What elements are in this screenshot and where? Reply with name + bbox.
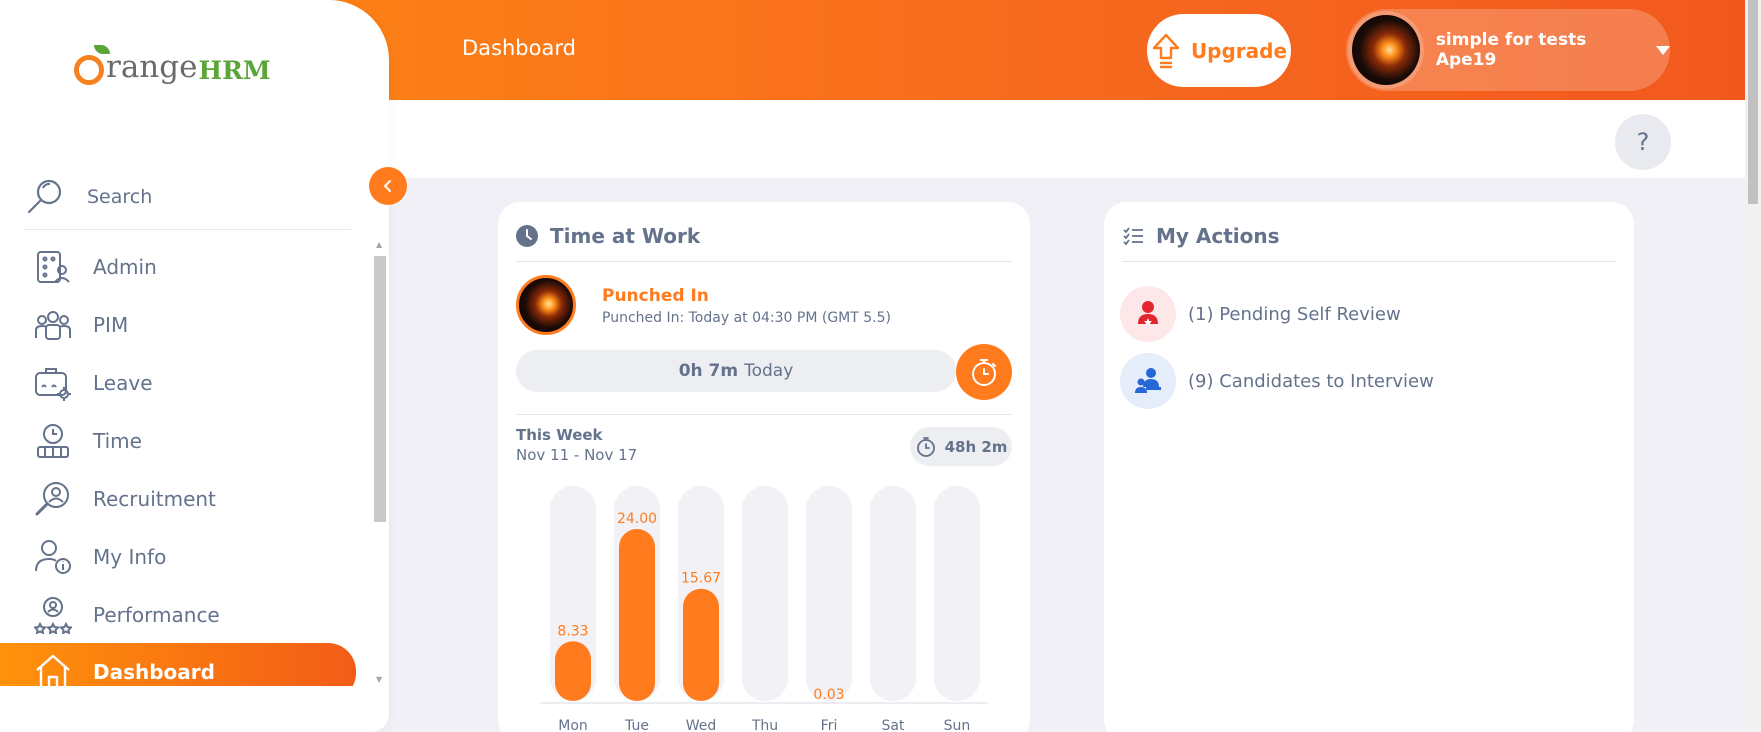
sidebar-item-label: Leave	[93, 371, 153, 395]
sidebar-item-label: PIM	[93, 313, 129, 337]
pim-icon	[34, 306, 72, 344]
help-button[interactable]: ?	[1615, 114, 1671, 170]
scroll-down-arrow-icon[interactable]: ▼	[376, 675, 382, 684]
x-tick-label: Mon	[558, 718, 588, 732]
bar-track	[806, 486, 852, 701]
search-icon	[27, 179, 62, 213]
action-candidates-to-interview[interactable]: (9) Candidates to Interview	[1120, 353, 1434, 409]
sidebar-menu: Admin PIM Leave Time Recruitment My Info…	[0, 238, 370, 686]
x-tick-label: Sat	[882, 718, 905, 732]
stopwatch-icon	[972, 359, 996, 386]
leave-icon	[34, 364, 72, 402]
card-title: My Actions	[1156, 224, 1280, 248]
caret-down-icon	[1656, 45, 1670, 55]
sidebar-item-label: My Info	[93, 545, 167, 569]
punch-status: Punched In	[602, 286, 709, 306]
punch-detail: Punched In: Today at 04:30 PM (GMT 5.5)	[602, 310, 891, 326]
sidebar-item-admin[interactable]: Admin	[0, 244, 356, 290]
page-title: Dashboard	[462, 36, 576, 60]
divider	[1122, 261, 1616, 262]
upgrade-label: Upgrade	[1190, 38, 1288, 63]
bar-value-label: 0.03	[813, 687, 844, 703]
sidebar-search[interactable]: Search	[24, 164, 351, 230]
sidebar-collapse-button[interactable]	[369, 167, 407, 205]
upgrade-arrow-icon	[1152, 33, 1180, 68]
divider	[516, 261, 1012, 262]
weekly-hours-chart: 8.33 Mon 24.00 Tue 15.67 Wed Thu 0.03 Fri Sat Sun	[540, 486, 988, 732]
x-tick-label: Wed	[686, 718, 717, 732]
time-icon	[34, 422, 72, 460]
week-range: Nov 11 - Nov 17	[516, 446, 638, 464]
admin-icon	[34, 248, 72, 286]
week-total: 48h 2m	[944, 437, 1008, 456]
logo-orange-icon	[74, 45, 110, 85]
self-review-icon	[1120, 286, 1176, 342]
today-label: Today	[744, 361, 794, 381]
sidebar-item-recruitment[interactable]: Recruitment	[0, 476, 356, 522]
bar-track	[870, 486, 916, 701]
sidebar-item-dashboard[interactable]: Dashboard	[0, 643, 356, 686]
bar-track	[934, 486, 980, 701]
stopwatch-icon	[916, 436, 935, 457]
user-avatar	[1348, 11, 1424, 89]
action-label: (9) Candidates to Interview	[1188, 370, 1434, 392]
sidebar-item-pim[interactable]: PIM	[0, 302, 356, 348]
punch-timer-button[interactable]	[956, 344, 1012, 400]
sidebar-item-label: Time	[93, 429, 142, 453]
action-label: (1) Pending Self Review	[1188, 303, 1401, 325]
today-hours: 0h 7m	[678, 361, 739, 381]
sidebar-item-performance[interactable]: Performance	[0, 592, 356, 638]
action-pending-self-review[interactable]: (1) Pending Self Review	[1120, 286, 1401, 342]
user-name: simple for tests Ape19	[1435, 30, 1587, 70]
my-info-icon	[34, 538, 72, 576]
x-tick-label: Sun	[944, 718, 971, 732]
bar-track	[742, 486, 788, 701]
page-scrollbar[interactable]	[1745, 0, 1761, 732]
user-dropdown[interactable]: simple for tests Ape19	[1346, 9, 1670, 91]
list-icon	[1123, 227, 1143, 246]
interview-icon	[1120, 353, 1176, 409]
recruitment-icon	[34, 480, 72, 518]
card-title: Time at Work	[550, 224, 701, 248]
time-at-work-card: Time at Work Punched In Punched In: Toda…	[498, 202, 1030, 732]
user-avatar	[516, 275, 576, 335]
sidebar-item-label: Recruitment	[93, 487, 216, 511]
x-tick-label: Tue	[624, 718, 649, 732]
sidebar-item-time[interactable]: Time	[0, 418, 356, 464]
search-label: Search	[87, 185, 153, 208]
clock-icon	[516, 225, 538, 247]
upgrade-button[interactable]: Upgrade	[1147, 14, 1291, 87]
scroll-up-arrow-icon[interactable]: ▲	[376, 240, 382, 249]
x-tick-label: Thu	[751, 718, 778, 732]
bar-value-label: 24.00	[617, 511, 657, 527]
page-scroll-thumb[interactable]	[1748, 0, 1758, 204]
divider	[516, 414, 1012, 415]
performance-icon	[34, 596, 72, 634]
sidebar-item-label: Admin	[93, 255, 157, 279]
bar	[683, 588, 719, 701]
sidebar: range HRM Search Admin PIM Leave Time Re…	[0, 0, 389, 732]
logo-text-hrm: HRM	[198, 56, 271, 85]
sidebar-item-label: Dashboard	[93, 660, 215, 684]
sidebar-scrollbar[interactable]: ▲ ▼	[373, 238, 387, 686]
bar-value-label: 8.33	[557, 623, 588, 639]
sidebar-item-my-info[interactable]: My Info	[0, 534, 356, 580]
sidebar-item-leave[interactable]: Leave	[0, 360, 356, 406]
card-header: My Actions	[1122, 224, 1280, 248]
week-label: This Week	[516, 426, 603, 444]
bar	[619, 529, 655, 701]
week-total-badge: 48h 2m	[910, 427, 1012, 466]
logo-text: range	[106, 49, 198, 85]
x-tick-label: Fri	[821, 718, 838, 732]
bar	[555, 641, 591, 701]
card-header: Time at Work	[516, 224, 700, 248]
orangehrm-logo[interactable]: range HRM	[74, 45, 271, 85]
my-actions-card: My Actions (1) Pending Self Review (9) C…	[1104, 202, 1634, 732]
sidebar-scroll-thumb[interactable]	[374, 256, 386, 522]
bar-value-label: 15.67	[681, 571, 721, 587]
chevron-left-icon	[383, 180, 391, 192]
dashboard-icon	[34, 653, 72, 686]
sidebar-item-label: Performance	[93, 603, 220, 627]
today-hours-bar: 0h 7m Today	[516, 350, 956, 392]
